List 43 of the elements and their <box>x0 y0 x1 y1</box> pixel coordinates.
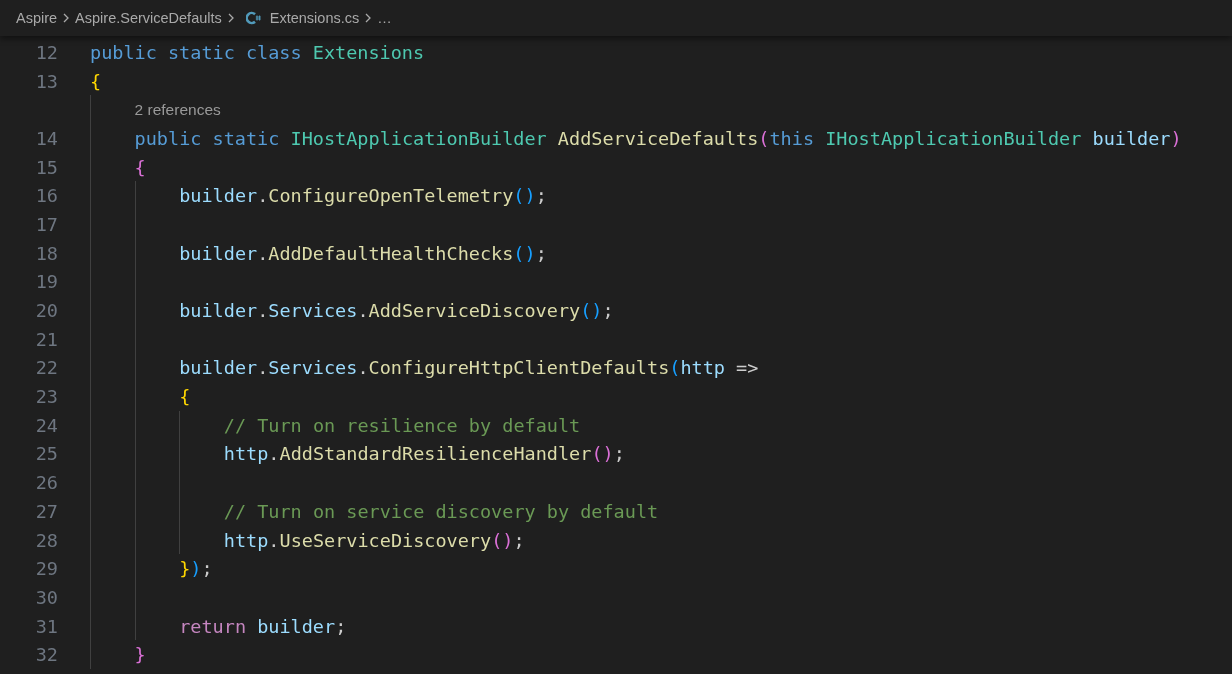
code-line: builder.ConfigureOpenTelemetry(); <box>179 185 547 207</box>
line-number: 13 <box>34 70 58 92</box>
code-line: builder.Services.AddServiceDiscovery(); <box>179 300 614 322</box>
code-line: { <box>179 386 191 408</box>
line-number: 32 <box>34 644 58 666</box>
line-number: 21 <box>34 328 58 350</box>
code-line: }); <box>179 558 213 580</box>
line-number: 23 <box>34 386 58 408</box>
code-line: { <box>134 156 146 178</box>
code-line: // Turn on service discovery by default <box>223 500 659 522</box>
references-link[interactable]: 2 references <box>134 100 221 119</box>
csharp-file-icon <box>245 11 262 25</box>
code-line: { <box>90 70 102 92</box>
folder-breadcrumb[interactable]: Aspire.ServiceDefaults <box>75 10 222 26</box>
line-number: 16 <box>34 185 58 207</box>
file-breadcrumb[interactable]: Extensions.cs <box>269 10 360 26</box>
line-number: 19 <box>34 271 58 293</box>
code-line: public static class Extensions <box>90 41 425 63</box>
more-button[interactable]: … <box>377 10 392 26</box>
code-line: return builder; <box>179 615 347 637</box>
line-number: 22 <box>34 357 58 379</box>
code-line: } <box>134 644 146 666</box>
line-number: 28 <box>34 529 58 551</box>
line-number: 29 <box>34 558 58 580</box>
folder-breadcrumb[interactable]: Aspire <box>16 10 58 26</box>
code-line: builder.AddDefaultHealthChecks(); <box>179 242 547 264</box>
code-line: public static IHostApplicationBuilder AddServiceDefaults(this IHostApplicationBuilder builder) <box>134 127 1182 149</box>
code-line: // Turn on resilience by default <box>223 414 581 436</box>
line-number: 18 <box>34 242 58 264</box>
code-line: builder.Services.ConfigureHttpClientDefaults(http => <box>179 357 759 379</box>
line-number: 15 <box>34 156 58 178</box>
code-line: http.UseServiceDiscovery(); <box>223 529 525 551</box>
line-number: 31 <box>34 615 58 637</box>
line-number: 27 <box>34 500 58 522</box>
line-number: 12 <box>34 41 58 63</box>
line-number: 25 <box>34 443 58 465</box>
line-number: 20 <box>34 300 58 322</box>
line-number: 17 <box>34 213 58 235</box>
line-number: 26 <box>34 472 58 494</box>
line-number: 24 <box>34 414 58 436</box>
code-line: http.AddStandardResilienceHandler(); <box>223 443 625 465</box>
line-number: 30 <box>34 586 58 608</box>
line-number: 14 <box>34 127 58 149</box>
